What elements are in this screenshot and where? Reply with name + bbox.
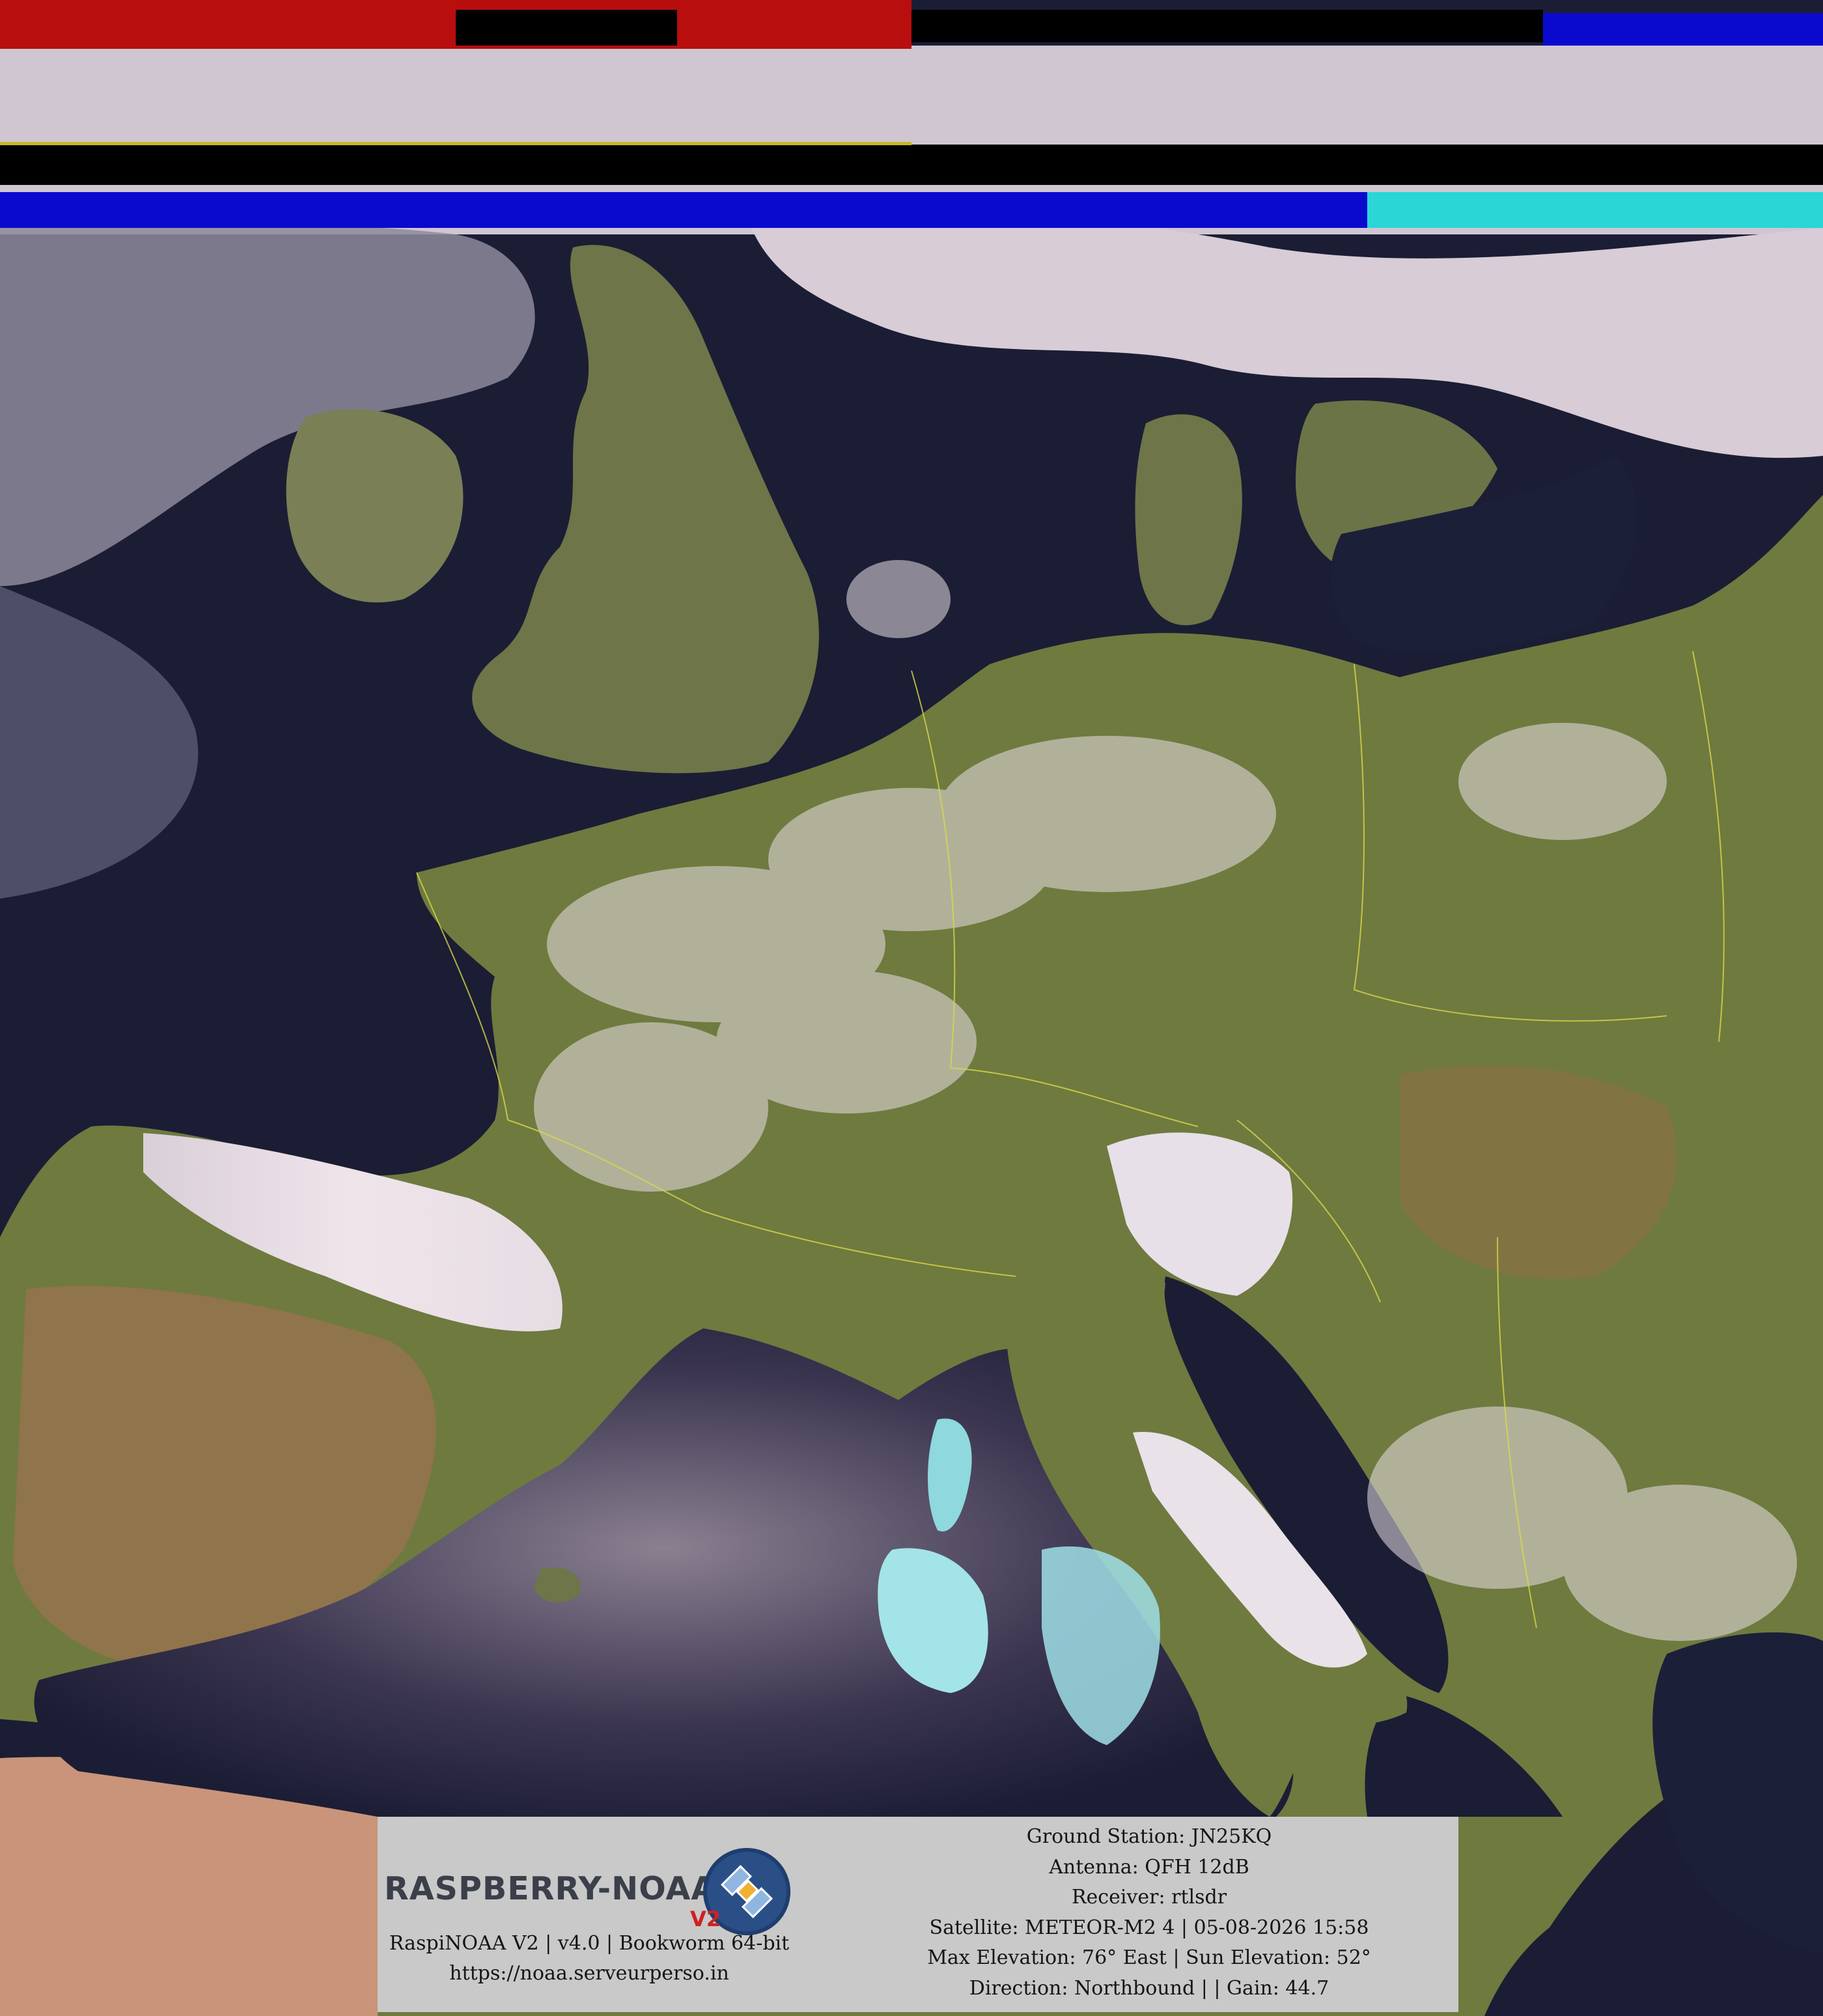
satellite: Satellite: METEOR-M2 4 | 05-08-2026 15:5… [929, 1916, 1369, 1939]
noise-band-blue-top [1543, 13, 1823, 46]
receiver: Receiver: rtlsdr [1071, 1886, 1227, 1909]
direction-gain: Direction: Northbound | | Gain: 44.7 [969, 1976, 1329, 2000]
elevation: Max Elevation: 76° East | Sun Elevation:… [927, 1946, 1371, 1969]
noise-band-black-2 [911, 10, 1543, 42]
station-url: https://noaa.serveurperso.in [449, 1962, 729, 1985]
noise-band-cyan [1367, 192, 1823, 228]
pass-info: Ground Station: JN25KQ Antenna: QFH 12dB… [846, 1822, 1452, 2004]
noise-band-yellow-line [0, 142, 911, 145]
antenna: Antenna: QFH 12dB [1049, 1855, 1249, 1879]
caption-panel: RASPBERRY-NOAA V2 RaspiNOAA V2 | v4.0 | … [378, 1817, 1458, 2012]
software-line: RaspiNOAA V2 | v4.0 | Bookworm 64-bit [389, 1932, 790, 1955]
noise-band-black-3 [0, 145, 1823, 185]
ground-station: Ground Station: JN25KQ [1026, 1825, 1272, 1848]
logo-suffix: V2 [690, 1907, 721, 1931]
satellite-image [0, 0, 1823, 2016]
noise-band-blue [0, 192, 1367, 228]
logo-text: RASPBERRY-NOAA [384, 1870, 717, 1907]
software-info: RaspiNOAA V2 | v4.0 | Bookworm 64-bit ht… [384, 1929, 794, 1989]
noise-band-black-1 [456, 10, 677, 46]
